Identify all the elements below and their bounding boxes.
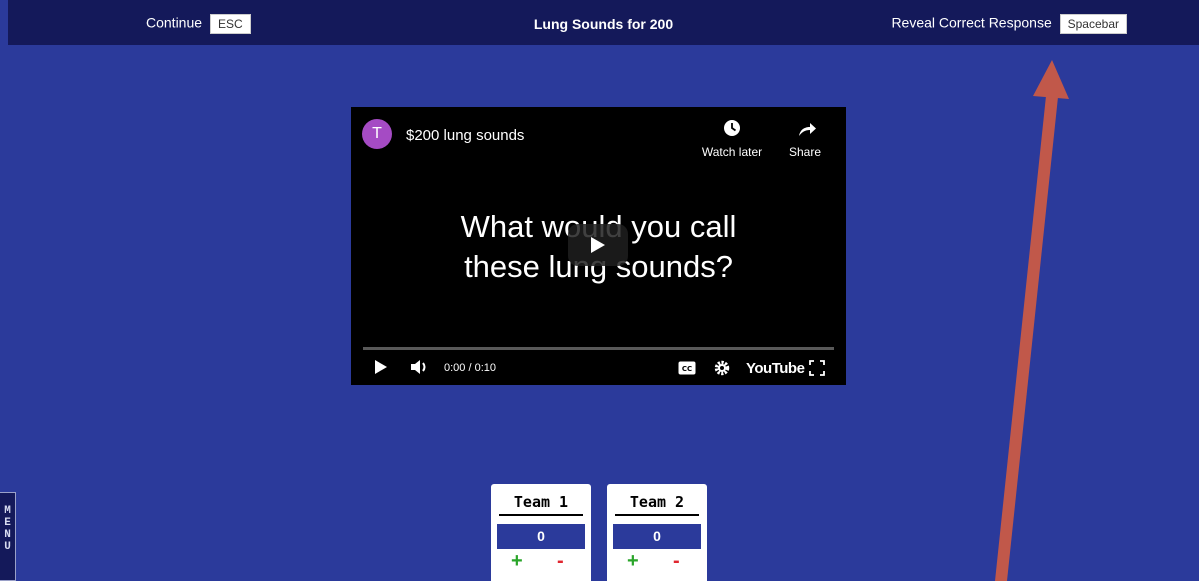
video-title[interactable]: $200 lung sounds (406, 127, 524, 144)
play-icon[interactable] (373, 358, 389, 376)
clock-icon (724, 120, 740, 136)
video-progress-bar[interactable] (363, 347, 834, 350)
watch-later-button[interactable]: Watch later (697, 119, 767, 159)
arrow-head (1033, 60, 1069, 99)
team-score: 0 (613, 524, 701, 549)
arrow-shaft (995, 96, 1058, 581)
add-points-button[interactable]: + (511, 550, 523, 573)
team-card: Team 1 0 + - (491, 484, 591, 581)
reveal-response-label[interactable]: Reveal Correct Response (891, 15, 1051, 31)
channel-avatar[interactable]: T (362, 119, 392, 149)
team-name: Team 2 (615, 493, 699, 516)
top-bar: Continue ESC Lung Sounds for 200 Reveal … (8, 0, 1199, 45)
menu-letter: U (4, 541, 11, 553)
menu-letter: M (4, 505, 11, 517)
svg-text:CC: CC (682, 365, 692, 373)
team-score: 0 (497, 524, 585, 549)
menu-tab[interactable]: M E N U (0, 492, 16, 581)
team-card: Team 2 0 + - (607, 484, 707, 581)
fullscreen-icon[interactable] (809, 360, 825, 376)
play-icon (591, 237, 605, 253)
video-time: 0:00 / 0:10 (444, 362, 496, 374)
subtract-points-button[interactable]: - (673, 550, 680, 573)
menu-letter: E (4, 517, 11, 529)
menu-letter: N (4, 529, 11, 541)
subtract-points-button[interactable]: - (557, 550, 564, 573)
share-button[interactable]: Share (781, 119, 829, 159)
video-controls: 0:00 / 0:10 CC YouTube (351, 357, 846, 381)
volume-icon[interactable] (409, 358, 433, 376)
big-play-button[interactable] (568, 224, 628, 266)
reveal-response-control[interactable]: Reveal Correct Response Spacebar (891, 14, 1127, 34)
watch-later-label: Watch later (701, 145, 763, 159)
spacebar-key-badge[interactable]: Spacebar (1059, 14, 1127, 34)
settings-gear-icon[interactable] (713, 359, 731, 377)
team-name: Team 1 (499, 493, 583, 516)
youtube-video-player[interactable]: T $200 lung sounds Watch later Share Wha… (351, 107, 846, 385)
captions-icon[interactable]: CC (678, 361, 696, 375)
youtube-logo[interactable]: YouTube (746, 360, 805, 377)
share-arrow-icon (799, 123, 816, 136)
add-points-button[interactable]: + (627, 550, 639, 573)
share-label: Share (788, 145, 822, 159)
